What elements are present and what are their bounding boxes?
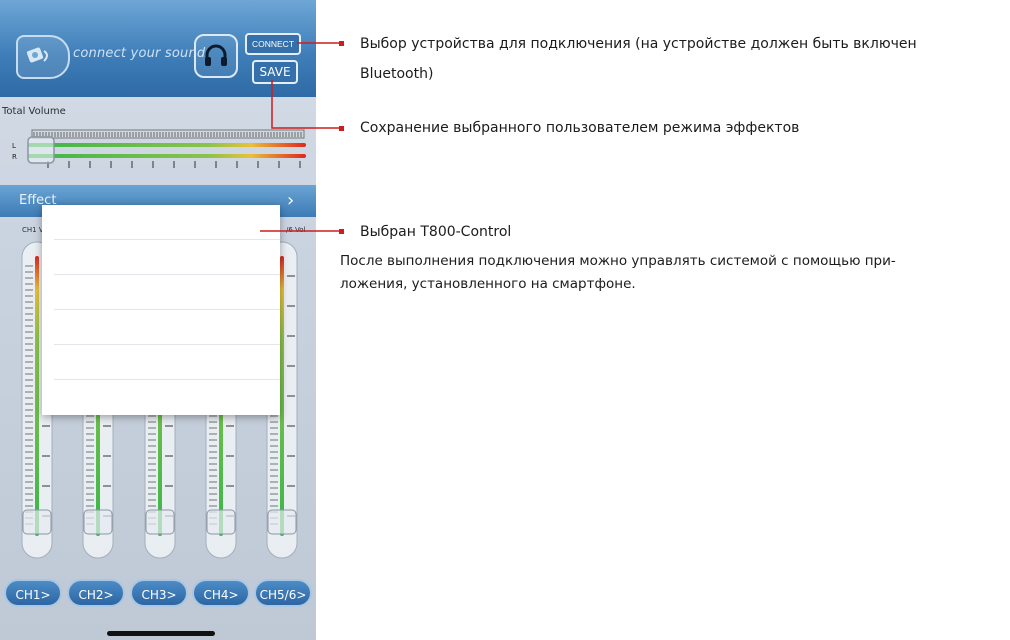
selected-device-annotation: Выбран T800-Control: [360, 224, 512, 240]
connect-annotation-line1: Выбор устройства для подключения (на уст…: [360, 36, 917, 52]
note-line2: ложения, установленного на смартфоне.: [340, 276, 636, 292]
annotation-bullet: [339, 229, 344, 234]
annotation-bullet: [339, 126, 344, 131]
annotation-bullet: [339, 41, 344, 46]
save-annotation: Сохранение выбранного пользователем режи…: [360, 120, 800, 136]
annotation-lines: [260, 42, 340, 232]
connect-annotation-line2: Bluetooth): [360, 66, 434, 82]
